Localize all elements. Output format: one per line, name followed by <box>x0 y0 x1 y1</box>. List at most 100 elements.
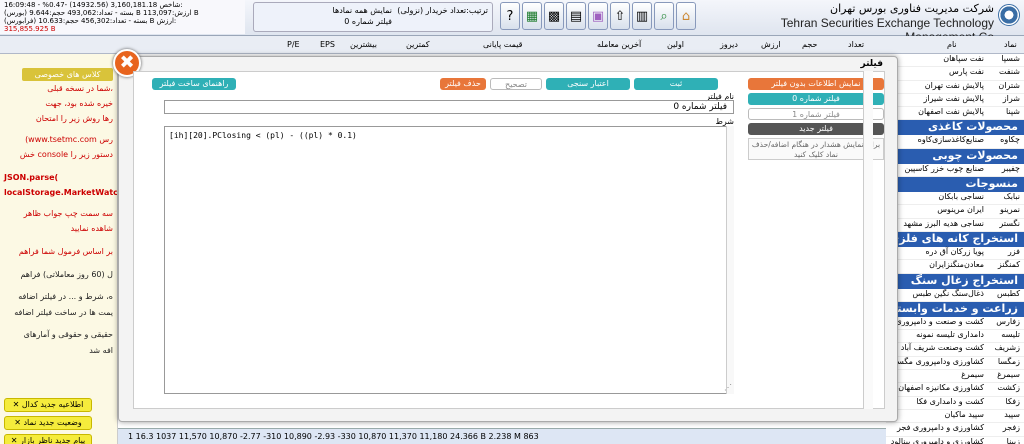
group-header[interactable]: زراعت و خدمات وابسته <box>886 301 1024 317</box>
stock-name: دامداری تلیسه نمونه <box>916 330 984 340</box>
col-eps[interactable]: EPS <box>320 40 335 49</box>
stock-name: نفت پارس <box>949 67 984 77</box>
col-volume[interactable]: حجم <box>802 40 817 49</box>
table-row[interactable]: کشاورزی مکانیزه اصفهان زکشت <box>886 383 1024 397</box>
col-name[interactable]: نام <box>947 40 957 49</box>
stock-symbol: تلیسه <box>1001 330 1020 340</box>
table-row[interactable]: نساجی هدیه البرز مشهد نگستر <box>886 219 1024 232</box>
notice-line: شاهده نمایید <box>70 224 113 233</box>
save-button[interactable]: ثبت <box>634 78 718 90</box>
stock-symbol: نمرینو <box>999 205 1020 215</box>
col-value[interactable]: ارزش <box>761 40 781 49</box>
dialog-scrollbar[interactable] <box>863 71 873 409</box>
table-row[interactable]: سپید ماکیان سپید <box>886 409 1024 424</box>
stock-name: کشاورزی مکانیزه اصفهان <box>898 383 984 393</box>
ticker-line-1: 16:09:48 - %0.47- (14932.56) 3,160,181.1… <box>4 1 183 9</box>
market-ticker: 16:09:48 - %0.47- (14932.56) 3,160,181.1… <box>0 0 245 34</box>
stock-symbol: چکاوه <box>1000 135 1020 145</box>
textarea-scrollbar[interactable] <box>726 126 734 394</box>
table-row[interactable]: نساجی بابکان نبابک <box>886 192 1024 206</box>
col-first[interactable]: اولین <box>667 40 684 49</box>
table-row[interactable]: پالایش نفت شیراز شراز <box>886 94 1024 108</box>
table-row[interactable]: کشت و دامداری فکا زفکا <box>886 397 1024 410</box>
table-row[interactable]: معادن‌منگنزایران کمنگنز <box>886 260 1024 274</box>
table-row[interactable]: ذغال‌سنگ نگین طبس کطبس <box>886 289 1024 302</box>
stock-symbol: شپنا <box>1006 107 1020 117</box>
col-low[interactable]: کمترین <box>406 40 430 49</box>
resize-handle-icon[interactable]: ⋰ <box>724 383 732 392</box>
ticker-line-4: 315,855.925 B <box>4 25 56 33</box>
excel-icon[interactable]: ▦ <box>522 2 542 30</box>
notice-code: JSON.parse( <box>4 173 59 182</box>
table-row[interactable]: نفت پارس شنفت <box>886 67 1024 81</box>
table-row[interactable]: کشاورزی ودامپروری مگسال زمگسا <box>886 356 1024 371</box>
group-header[interactable]: محصولات چوبی <box>886 148 1024 164</box>
stock-symbol: فزر <box>1007 246 1020 256</box>
col-close[interactable]: قیمت پایانی <box>483 40 522 49</box>
table-row[interactable]: دامداری تلیسه نمونه تلیسه <box>886 330 1024 344</box>
show-all-link[interactable]: نمایش همه نمادها <box>333 6 392 15</box>
sort-panel[interactable]: ترتیب:تعداد خریدار (نزولی) نمایش همه نما… <box>253 2 493 32</box>
filter-name-input[interactable]: فیلتر شماره 0 <box>164 100 734 114</box>
table-row[interactable]: کشت و صنعت و دامپروری زفارس <box>886 316 1024 331</box>
table-row[interactable]: پویا زرکان آق دره فزر <box>886 246 1024 261</box>
supervisor-msg-label: پیام جدید ناظر بازار <box>19 436 86 444</box>
table-row[interactable]: ایران مرینوس نمرینو <box>886 205 1024 219</box>
col-last-trade[interactable]: آخرین معامله <box>597 40 641 49</box>
table-row[interactable]: پالایش نفت اصفهان شپنا <box>886 107 1024 121</box>
private-classes-badge[interactable]: کلاس های خصوصی <box>22 68 113 81</box>
stock-symbol: چفیبر <box>1001 163 1020 173</box>
table-icon[interactable]: ▥ <box>632 2 652 30</box>
active-filter-label[interactable]: فیلتر شماره 0 <box>344 17 392 26</box>
col-symbol[interactable]: نماد <box>1004 40 1017 49</box>
grid-icon[interactable]: ▩ <box>544 2 564 30</box>
filter-dialog: فیلتر ✖ راهنمای ساخت فیلتر حذف فیلتر تصح… <box>113 49 898 422</box>
stock-name: سپید ماکیان <box>944 409 984 419</box>
table-row[interactable]: صنایع چوب خزر کاسپین چفیبر <box>886 163 1024 178</box>
col-high[interactable]: بیشترین <box>350 40 377 49</box>
sort-label[interactable]: ترتیب:تعداد خریدار (نزولی) <box>397 6 488 15</box>
stock-name: کشت و صنعت و دامپروری <box>895 316 984 326</box>
col-count[interactable]: تعداد <box>848 40 864 49</box>
symbol-status-label: وضعیت جدید نماد <box>23 418 82 427</box>
supervisor-msg-button[interactable]: ✕ پیام جدید ناظر بازار <box>4 434 92 444</box>
stock-name: پالایش نفت اصفهان <box>918 107 984 117</box>
home-icon[interactable]: ⌂ <box>676 2 696 30</box>
group-header[interactable]: محصولات کاغذی <box>886 120 1024 136</box>
filter-guide-button[interactable]: راهنمای ساخت فیلتر <box>152 78 236 90</box>
col-yesterday[interactable]: دیروز <box>720 40 738 49</box>
condition-textarea[interactable]: [ih][20].PClosing < (pl) - ((pl) * 0.1) … <box>164 126 734 394</box>
upload-icon[interactable]: ⇧ <box>610 2 630 30</box>
group-header[interactable]: استخراج کانه های فلزی <box>886 231 1024 247</box>
correct-button[interactable]: تصحیح <box>490 78 542 90</box>
codal-news-button[interactable]: ✕ اطلاعیه جدید کدال <box>4 398 92 412</box>
company-logo: شرکت مدیریت فناوری بورس تهران Tehran Sec… <box>734 0 1024 44</box>
stock-symbol: زمگسا <box>997 356 1020 366</box>
table-row[interactable]: کشاورزی و دامپروری فجر زفجر <box>886 423 1024 437</box>
dialog-title: فیلتر <box>860 59 883 69</box>
group-header[interactable]: استخراج زغال سنگ <box>886 273 1024 289</box>
table-row[interactable]: نفت سپاهان شسپا <box>886 54 1024 68</box>
col-pe[interactable]: P/E <box>287 40 300 49</box>
window-icon[interactable]: ▣ <box>588 2 608 30</box>
stock-name: کشاورزی و دامپروری بینالود <box>890 436 984 444</box>
stock-symbol: کمنگنز <box>997 260 1020 270</box>
table-row[interactable]: سیمرغ سیمرغ <box>886 370 1024 384</box>
notice-note: بر اساس فرمول شما فراهم <box>18 247 113 256</box>
table-row[interactable]: 1 16.3 1037 11,570 10,870 -2.77 -310 10,… <box>118 428 886 444</box>
stock-symbol: نبابک <box>1003 192 1020 202</box>
table-row[interactable]: صنایع‌کاغذسازی‌کاوه چکاوه <box>886 135 1024 149</box>
condition-text: [ih][20].PClosing < (pl) - ((pl) * 0.1) <box>169 131 357 140</box>
document-icon[interactable]: ▤ <box>566 2 586 30</box>
group-header[interactable]: منسوجات <box>886 177 1024 193</box>
dialog-body: راهنمای ساخت فیلتر حذف فیلتر تصحیح اعتبا… <box>133 71 885 409</box>
search-icon[interactable]: ⌕ <box>654 2 674 30</box>
table-row[interactable]: کشاورزی و دامپروری بینالود زبینا <box>886 437 1024 444</box>
stock-symbol: زبینا <box>1006 436 1020 444</box>
help-icon[interactable]: ? <box>500 2 520 30</box>
delete-filter-button[interactable]: حذف فیلتر <box>440 78 486 90</box>
symbol-status-button[interactable]: ✕ وضعیت جدید نماد <box>4 416 92 430</box>
table-row[interactable]: کشت وصنعت شریف آباد زشریف <box>886 343 1024 357</box>
table-row[interactable]: پالایش نفت تهران شتران <box>886 81 1024 94</box>
validate-button[interactable]: اعتبار سنجی <box>546 78 630 90</box>
